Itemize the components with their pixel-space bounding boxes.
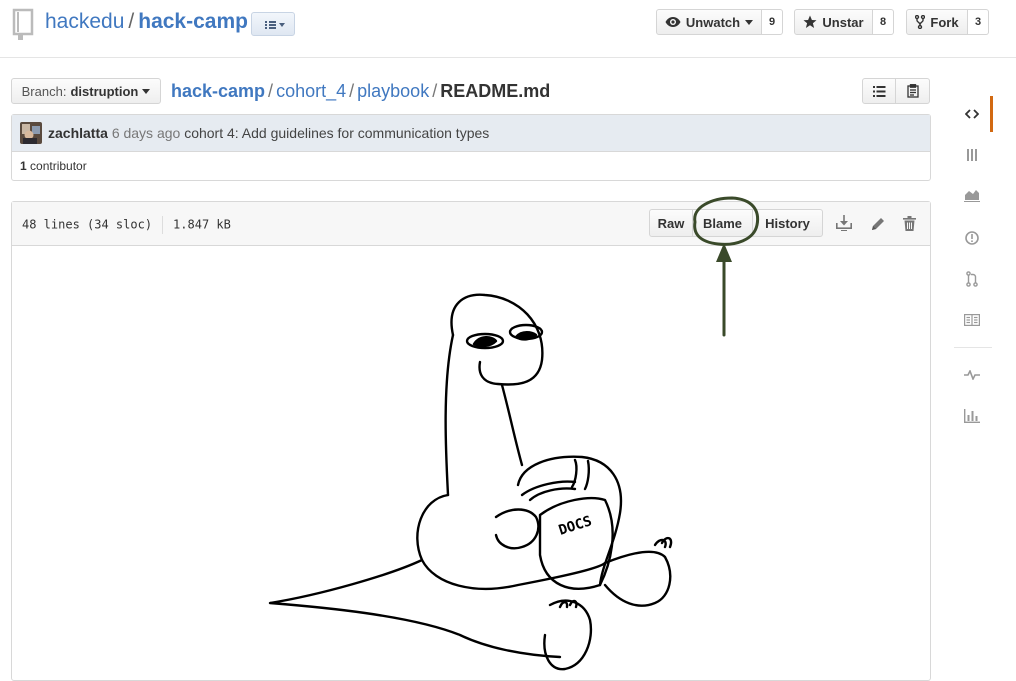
dino-right-leg (603, 550, 672, 607)
contributor-count: 1 (20, 159, 27, 173)
nav-pull-requests[interactable] (954, 261, 990, 297)
dino-right-pupil (514, 331, 538, 341)
dino-neck (444, 333, 455, 497)
unwatch-label: Unwatch (685, 14, 741, 30)
graph-icon (964, 188, 980, 202)
latest-commit-box: zachlatta 6 days ago cohort 4: Add guide… (11, 114, 931, 181)
nav-graphs[interactable] (954, 177, 990, 213)
code-icon (965, 109, 979, 119)
nav-stats[interactable] (954, 398, 990, 434)
repo-owner-link[interactable]: hackedu (45, 10, 124, 33)
branch-name: distruption (70, 83, 139, 99)
star-group: Unstar 8 (794, 9, 894, 35)
history-button[interactable]: History (753, 209, 823, 237)
list-icon (872, 85, 886, 97)
file-header: 48 lines (34 sloc) 1.847 kB Raw Blame His… (12, 202, 930, 246)
dino-tail (268, 558, 562, 659)
eye-icon (665, 16, 681, 28)
book-pages (528, 458, 590, 502)
copy-path-button[interactable] (896, 78, 930, 104)
wiki-icon (964, 314, 980, 326)
commit-tease: zachlatta 6 days ago cohort 4: Add guide… (12, 115, 930, 152)
file-size: 1.847 kB (173, 217, 231, 232)
file-info-divider (162, 216, 164, 234)
jump-to-list-button[interactable] (862, 78, 896, 104)
desktop-download-icon (836, 215, 852, 231)
toc-dropdown-button[interactable] (251, 12, 295, 36)
issue-icon (965, 231, 979, 245)
repo-icon (12, 8, 36, 40)
file-info: 48 lines (34 sloc) 1.847 kB (22, 216, 231, 234)
pencil-icon (871, 216, 886, 231)
file-actions (862, 78, 931, 104)
readme-dinosaur-drawing: DOCS (260, 285, 680, 672)
edit-file-button[interactable] (869, 214, 887, 232)
fork-group: Fork 3 (906, 9, 989, 35)
commit-author-link[interactable]: zachlatta (48, 125, 108, 141)
repo-separator: / (128, 10, 135, 33)
breadcrumb-separator: / (268, 81, 274, 101)
delete-file-button[interactable] (900, 214, 918, 232)
watch-group: Unwatch 9 (656, 9, 783, 35)
commit-time: 6 days ago (111, 125, 181, 141)
fork-icon (915, 15, 926, 29)
watch-count[interactable]: 9 (762, 9, 783, 35)
breadcrumb-repo-link[interactable]: hack-camp (171, 81, 265, 101)
repo-nav-sidebar (954, 96, 993, 452)
nav-issues[interactable] (954, 220, 990, 256)
contributors-link[interactable]: 1 contributor (20, 159, 87, 173)
breadcrumb-separator: / (349, 81, 355, 101)
stats-icon (964, 409, 980, 423)
dino-neck-back (500, 383, 524, 467)
open-desktop-button[interactable] (835, 214, 853, 232)
chevron-down-icon (142, 88, 151, 94)
drawing-docs-label: DOCS (557, 513, 594, 539)
fork-count[interactable]: 3 (968, 9, 989, 35)
breadcrumb-separator: / (432, 81, 438, 101)
sidebar-divider (954, 347, 992, 348)
star-count[interactable]: 8 (873, 9, 894, 35)
commit-summary: zachlatta 6 days ago cohort 4: Add guide… (48, 125, 489, 141)
trash-icon (902, 215, 916, 231)
file-button-group: Raw Blame History (649, 209, 823, 237)
dino-left-pupil (472, 336, 498, 348)
breadcrumb-folder-link[interactable]: cohort_4 (276, 81, 346, 101)
repo-header: hackedu / hack-camp Unwatch 9 Unstar 8 F… (0, 0, 1016, 58)
nav-wiki[interactable] (954, 302, 990, 338)
branch-selector[interactable]: Branch: distruption (11, 78, 161, 104)
breadcrumb: hack-camp / cohort_4/playbook / README.md (171, 80, 550, 102)
unstar-label: Unstar (822, 14, 864, 30)
repo-title: hackedu / hack-camp (45, 9, 248, 35)
blame-button[interactable]: Blame (693, 209, 753, 237)
breadcrumb-file-name: README.md (440, 81, 551, 101)
dino-arm (494, 508, 540, 550)
file-lines: 48 lines (34 sloc) (22, 217, 153, 232)
fork-label: Fork (930, 14, 959, 30)
nav-projects[interactable] (954, 137, 990, 173)
dino-left-leg (543, 599, 593, 671)
contributor-label: contributor (30, 159, 87, 173)
unstar-button[interactable]: Unstar (794, 9, 873, 35)
commit-message-link[interactable]: cohort 4: Add guidelines for communicati… (184, 125, 489, 141)
pull-request-icon (966, 271, 978, 287)
pulse-icon (964, 370, 980, 380)
raw-button[interactable]: Raw (649, 209, 693, 237)
nav-pulse[interactable] (954, 357, 990, 393)
dino-right-foot (653, 536, 673, 549)
fork-button[interactable]: Fork (906, 9, 968, 35)
star-icon (803, 15, 817, 29)
nav-code[interactable] (954, 96, 993, 132)
clipboard-icon (906, 84, 919, 98)
project-icon (966, 148, 978, 162)
repo-name-link[interactable]: hack-camp (138, 10, 248, 33)
chevron-down-icon (745, 19, 754, 25)
avatar[interactable] (20, 122, 42, 144)
breadcrumb-folder-link[interactable]: playbook (357, 81, 429, 101)
branch-label: Branch: (21, 83, 67, 99)
unwatch-button[interactable]: Unwatch (656, 9, 762, 35)
